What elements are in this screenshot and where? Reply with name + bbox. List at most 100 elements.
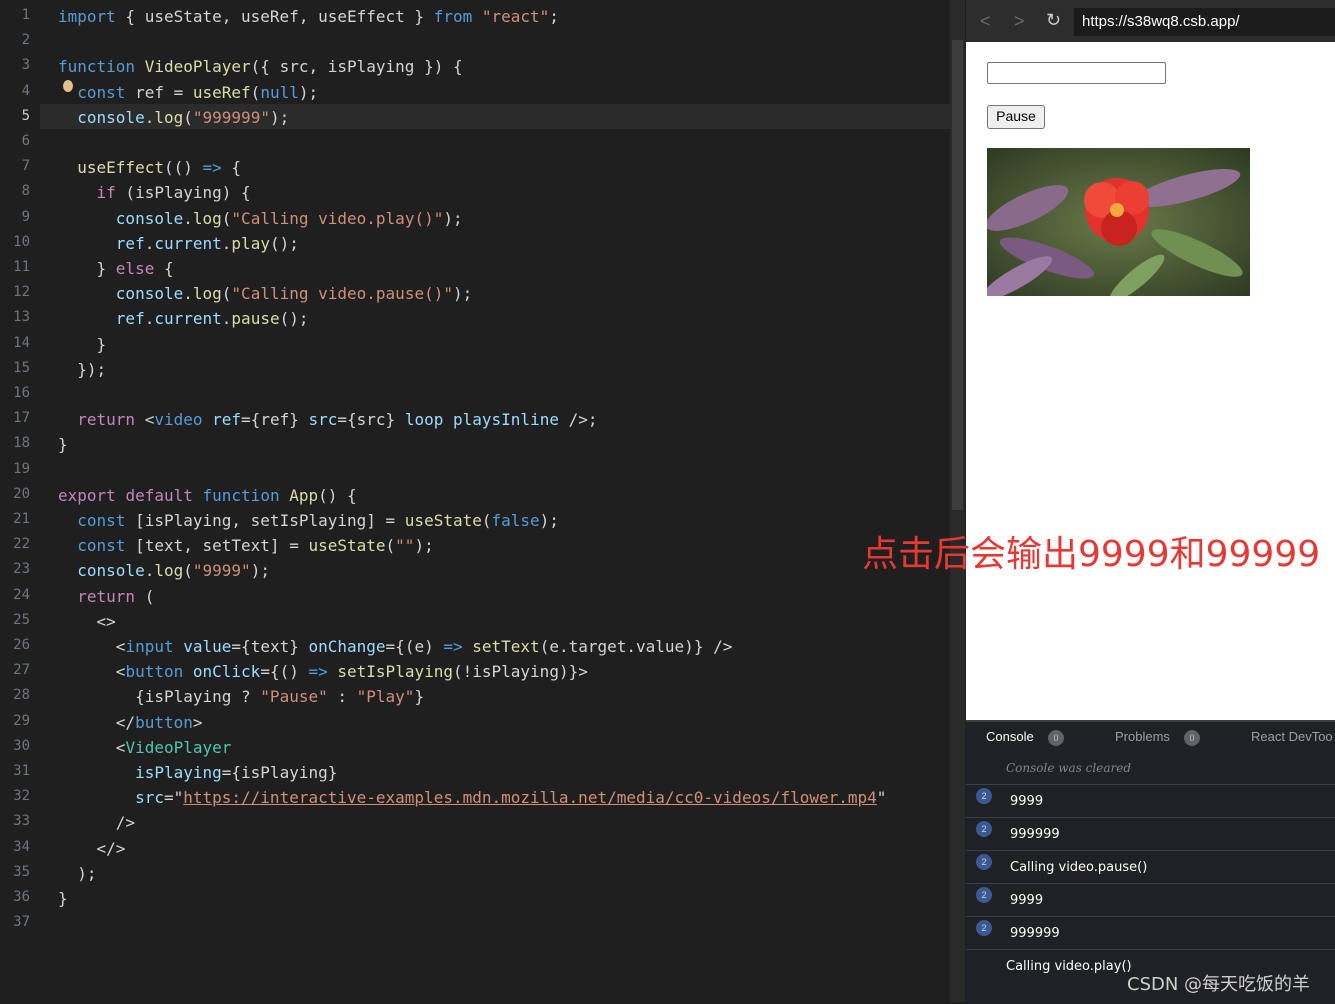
- code-token: VideoPlayer: [125, 737, 232, 757]
- console-log-row[interactable]: 2 9999: [966, 784, 1335, 818]
- code-token: {isPlaying ?: [58, 687, 261, 707]
- log-repeat-badge: 2: [976, 788, 992, 804]
- forward-icon[interactable]: >: [1014, 11, 1025, 32]
- code-line[interactable]: <button onClick={() => setIsPlaying(!isP…: [58, 659, 588, 684]
- code-line[interactable]: console.log("999999");: [58, 105, 289, 130]
- code-token: log: [154, 107, 184, 127]
- console-log-row[interactable]: 2 Calling video.pause(): [966, 850, 1335, 884]
- pause-button[interactable]: Pause: [987, 105, 1045, 129]
- line-number: 36: [13, 889, 30, 905]
- line-number: 1: [21, 7, 30, 23]
- code-token: ref: [212, 410, 242, 430]
- code-line[interactable]: }: [58, 886, 68, 911]
- code-line[interactable]: ref.current.pause();: [58, 306, 309, 331]
- reload-icon[interactable]: ↻: [1046, 10, 1061, 31]
- code-line[interactable]: console.log("Calling video.pause()");: [58, 281, 472, 306]
- code-line[interactable]: <>: [58, 609, 116, 634]
- code-token: useEffect: [77, 158, 164, 178]
- flower-video[interactable]: [987, 148, 1250, 296]
- code-line[interactable]: {isPlaying ? "Pause" : "Play"}: [58, 684, 424, 709]
- line-number: 34: [13, 838, 30, 855]
- code-line[interactable]: export default function App() {: [58, 483, 357, 508]
- address-bar[interactable]: https://s38wq8.csb.app/: [1074, 8, 1335, 36]
- tab-react-devtools[interactable]: React DevToo: [1251, 729, 1333, 744]
- code-line[interactable]: if (isPlaying) {: [58, 180, 251, 205]
- code-token: </>: [58, 838, 126, 858]
- code-line[interactable]: <VideoPlayer: [58, 735, 232, 760]
- line-number: 7: [21, 158, 30, 175]
- code-line[interactable]: <input value={text} onChange={(e) => set…: [58, 634, 733, 659]
- code-line[interactable]: ref.current.play();: [58, 231, 299, 256]
- code-line[interactable]: console.log("9999");: [58, 558, 270, 583]
- code-line[interactable]: />: [58, 810, 135, 835]
- editor-scrollbar-thumb[interactable]: [952, 40, 963, 510]
- line-number: 12: [13, 284, 30, 301]
- back-icon[interactable]: <: [980, 11, 991, 32]
- code-token: (: [221, 208, 232, 228]
- code-token: log: [192, 208, 222, 228]
- text-input[interactable]: [987, 62, 1166, 84]
- code-token: >: [192, 712, 203, 732]
- code-token: https://interactive-examples.mdn.mozilla…: [183, 788, 877, 808]
- code-token: =": [163, 788, 184, 808]
- log-repeat-badge: 2: [976, 821, 992, 837]
- code-line[interactable]: </>: [58, 836, 126, 861]
- code-token: (: [481, 511, 492, 530]
- code-line[interactable]: isPlaying={isPlaying}: [58, 760, 337, 785]
- code-token: "Play": [356, 687, 415, 707]
- console-log-row[interactable]: 2 999999: [966, 916, 1335, 950]
- code-token: input: [125, 637, 174, 656]
- code-token: (: [221, 284, 232, 304]
- code-line[interactable]: return (: [58, 584, 154, 609]
- tab-problems[interactable]: Problems: [1115, 729, 1170, 744]
- code-token: useState: [308, 536, 386, 556]
- line-number: 23: [13, 561, 30, 578]
- code-line[interactable]: const [text, setText] = useState("");: [58, 533, 433, 558]
- code-line[interactable]: );: [58, 861, 96, 886]
- log-message: 999999: [1010, 827, 1060, 842]
- code-token: [text, setText] =: [125, 536, 309, 556]
- line-number: 10: [13, 233, 30, 250]
- console-log-row[interactable]: 2 999999: [966, 817, 1335, 851]
- code-line[interactable]: src="https://interactive-examples.mdn.mo…: [58, 785, 886, 810]
- code-line[interactable]: const [isPlaying, setIsPlaying] = useSta…: [58, 508, 559, 533]
- code-token: [isPlaying, setIsPlaying] =: [125, 511, 405, 530]
- code-line[interactable]: import { useState, useRef, useEffect } f…: [58, 4, 559, 29]
- code-token: if: [96, 183, 116, 203]
- line-number: 3: [21, 57, 30, 74]
- code-line[interactable]: return <video ref={ref} src={src} loop p…: [58, 407, 597, 432]
- line-number: 14: [13, 334, 30, 351]
- line-number: 13: [13, 309, 30, 326]
- code-line[interactable]: const ref = useRef(null);: [58, 80, 318, 105]
- line-number: 4: [21, 82, 30, 99]
- code-token: src: [308, 410, 338, 430]
- code-editor[interactable]: 1 2 3 4 5 6 7 8 9 10 11 12 13 14 15 16 17 18 19 20 21 22 23 24 2…: [0, 0, 966, 1002]
- code-token: video: [154, 410, 203, 430]
- code-token: (isPlaying) {: [115, 183, 251, 203]
- code-line[interactable]: </button>: [58, 710, 203, 735]
- code-line[interactable]: } else {: [58, 256, 174, 281]
- code-token: "9999": [192, 561, 251, 581]
- code-token: ={text}: [231, 637, 309, 656]
- code-line[interactable]: useEffect(() => {: [58, 155, 241, 180]
- code-token: from: [433, 7, 473, 26]
- annotation-text: 点击后会输出9999和99999: [862, 534, 1321, 575]
- code-token: <: [58, 662, 126, 682]
- code-line[interactable]: });: [58, 357, 106, 382]
- code-token: (: [385, 536, 396, 556]
- line-number: 28: [13, 687, 30, 704]
- code-line[interactable]: console.log("Calling video.play()");: [58, 206, 463, 231]
- code-line[interactable]: function VideoPlayer({ src, isPlaying })…: [58, 54, 463, 79]
- console-log-row[interactable]: 2 9999: [966, 883, 1335, 917]
- code-token: );: [298, 82, 319, 102]
- code-token: ={isPlaying}: [221, 763, 338, 782]
- tab-console[interactable]: Console: [986, 729, 1034, 744]
- code-line[interactable]: }: [58, 332, 107, 357]
- code-line[interactable]: }: [58, 432, 68, 457]
